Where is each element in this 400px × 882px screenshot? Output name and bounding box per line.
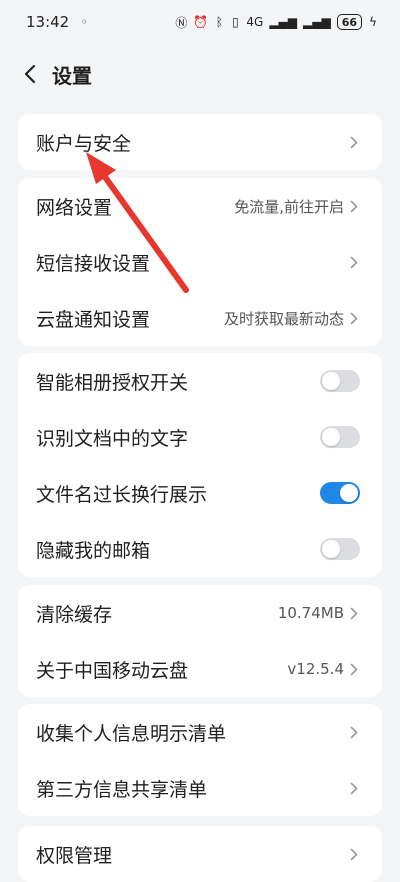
row-permission-management[interactable]: 权限管理	[18, 826, 382, 882]
toggle-knob	[322, 540, 340, 558]
row-label: 文件名过长换行展示	[36, 483, 208, 506]
row-label: 短信接收设置	[36, 252, 151, 275]
row-label: 网络设置	[36, 196, 113, 219]
nav-bar: 设置	[0, 44, 400, 104]
row-notification-settings[interactable]: 云盘通知设置 及时获取最新动态	[18, 290, 382, 346]
network-type: 4G	[246, 15, 264, 29]
signal-icon-2: ▂▄▆	[303, 15, 331, 29]
chevron-right-icon	[350, 781, 360, 795]
settings-group-network: 网络设置 免流量,前往开启 短信接收设置 云盘通知设置 及时获取最新动态	[18, 178, 382, 346]
vibrate-icon: ▯	[232, 15, 239, 29]
chevron-right-icon	[350, 662, 360, 676]
row-sms-settings[interactable]: 短信接收设置	[18, 234, 382, 290]
hide-mailbox-toggle[interactable]	[320, 538, 360, 560]
row-label: 清除缓存	[36, 603, 113, 626]
row-label: 识别文档中的文字	[36, 427, 189, 450]
signal-icon: ▂▄▆	[269, 15, 297, 29]
alarm-icon: ⏰	[193, 15, 209, 29]
row-clear-cache[interactable]: 清除缓存 10.74MB	[18, 585, 382, 641]
row-label: 账户与安全	[36, 132, 132, 155]
charging-icon: ϟ	[369, 15, 377, 29]
row-account-security[interactable]: 账户与安全	[18, 114, 382, 170]
chevron-right-icon	[350, 311, 360, 325]
settings-group-privacy: 收集个人信息明示清单 第三方信息共享清单	[18, 704, 382, 816]
settings-group-account: 账户与安全	[18, 114, 382, 170]
row-label: 云盘通知设置	[36, 308, 151, 331]
page-title: 设置	[52, 63, 92, 88]
row-personal-info-list[interactable]: 收集个人信息明示清单	[18, 704, 382, 760]
row-network-settings[interactable]: 网络设置 免流量,前往开启	[18, 178, 382, 234]
battery-level: 66	[341, 15, 357, 29]
chevron-right-icon	[350, 847, 360, 861]
status-time: 13:42	[26, 13, 70, 31]
filename-wrap-toggle[interactable]	[320, 482, 360, 504]
row-hide-mailbox: 隐藏我的邮箱	[18, 521, 382, 577]
row-label: 权限管理	[36, 844, 113, 867]
row-value: 及时获取最新动态	[223, 309, 344, 328]
settings-group-cache: 清除缓存 10.74MB 关于中国移动云盘 v12.5.4	[18, 585, 382, 697]
status-bar: 13:42 ◦ Ⓝ ⏰ ᛒ ▯ 4G ▂▄▆ ▂▄▆ 66 ϟ	[0, 0, 400, 44]
chevron-left-icon	[24, 64, 36, 84]
row-about[interactable]: 关于中国移动云盘 v12.5.4	[18, 641, 382, 697]
row-label: 第三方信息共享清单	[36, 778, 208, 801]
back-button[interactable]	[16, 60, 44, 88]
smart-album-toggle[interactable]	[320, 370, 360, 392]
row-filename-wrap: 文件名过长换行展示	[18, 465, 382, 521]
battery-icon: 66	[336, 14, 362, 30]
chevron-right-icon	[350, 255, 360, 269]
row-third-party-list[interactable]: 第三方信息共享清单	[18, 760, 382, 816]
bluetooth-icon: ᛒ	[215, 15, 223, 29]
settings-group-toggles: 智能相册授权开关 识别文档中的文字 文件名过长换行展示 隐藏我的邮箱	[18, 353, 382, 577]
row-value: v12.5.4	[287, 660, 344, 678]
chevron-right-icon	[350, 199, 360, 213]
nfc-icon: Ⓝ	[175, 15, 188, 30]
row-label: 关于中国移动云盘	[36, 659, 189, 682]
row-label: 隐藏我的邮箱	[36, 539, 151, 562]
notification-icon: ◦	[80, 15, 88, 29]
row-smart-album: 智能相册授权开关	[18, 353, 382, 409]
row-value: 10.74MB	[277, 604, 344, 622]
chevron-right-icon	[350, 135, 360, 149]
chevron-right-icon	[350, 725, 360, 739]
toggle-knob	[322, 372, 340, 390]
settings-group-permissions: 权限管理	[18, 826, 382, 882]
row-label: 收集个人信息明示清单	[36, 722, 227, 745]
toggle-knob	[340, 484, 358, 502]
chevron-right-icon	[350, 606, 360, 620]
toggle-knob	[322, 428, 340, 446]
row-ocr-text: 识别文档中的文字	[18, 409, 382, 465]
row-label: 智能相册授权开关	[36, 371, 189, 394]
row-value: 免流量,前往开启	[234, 197, 344, 216]
ocr-text-toggle[interactable]	[320, 426, 360, 448]
